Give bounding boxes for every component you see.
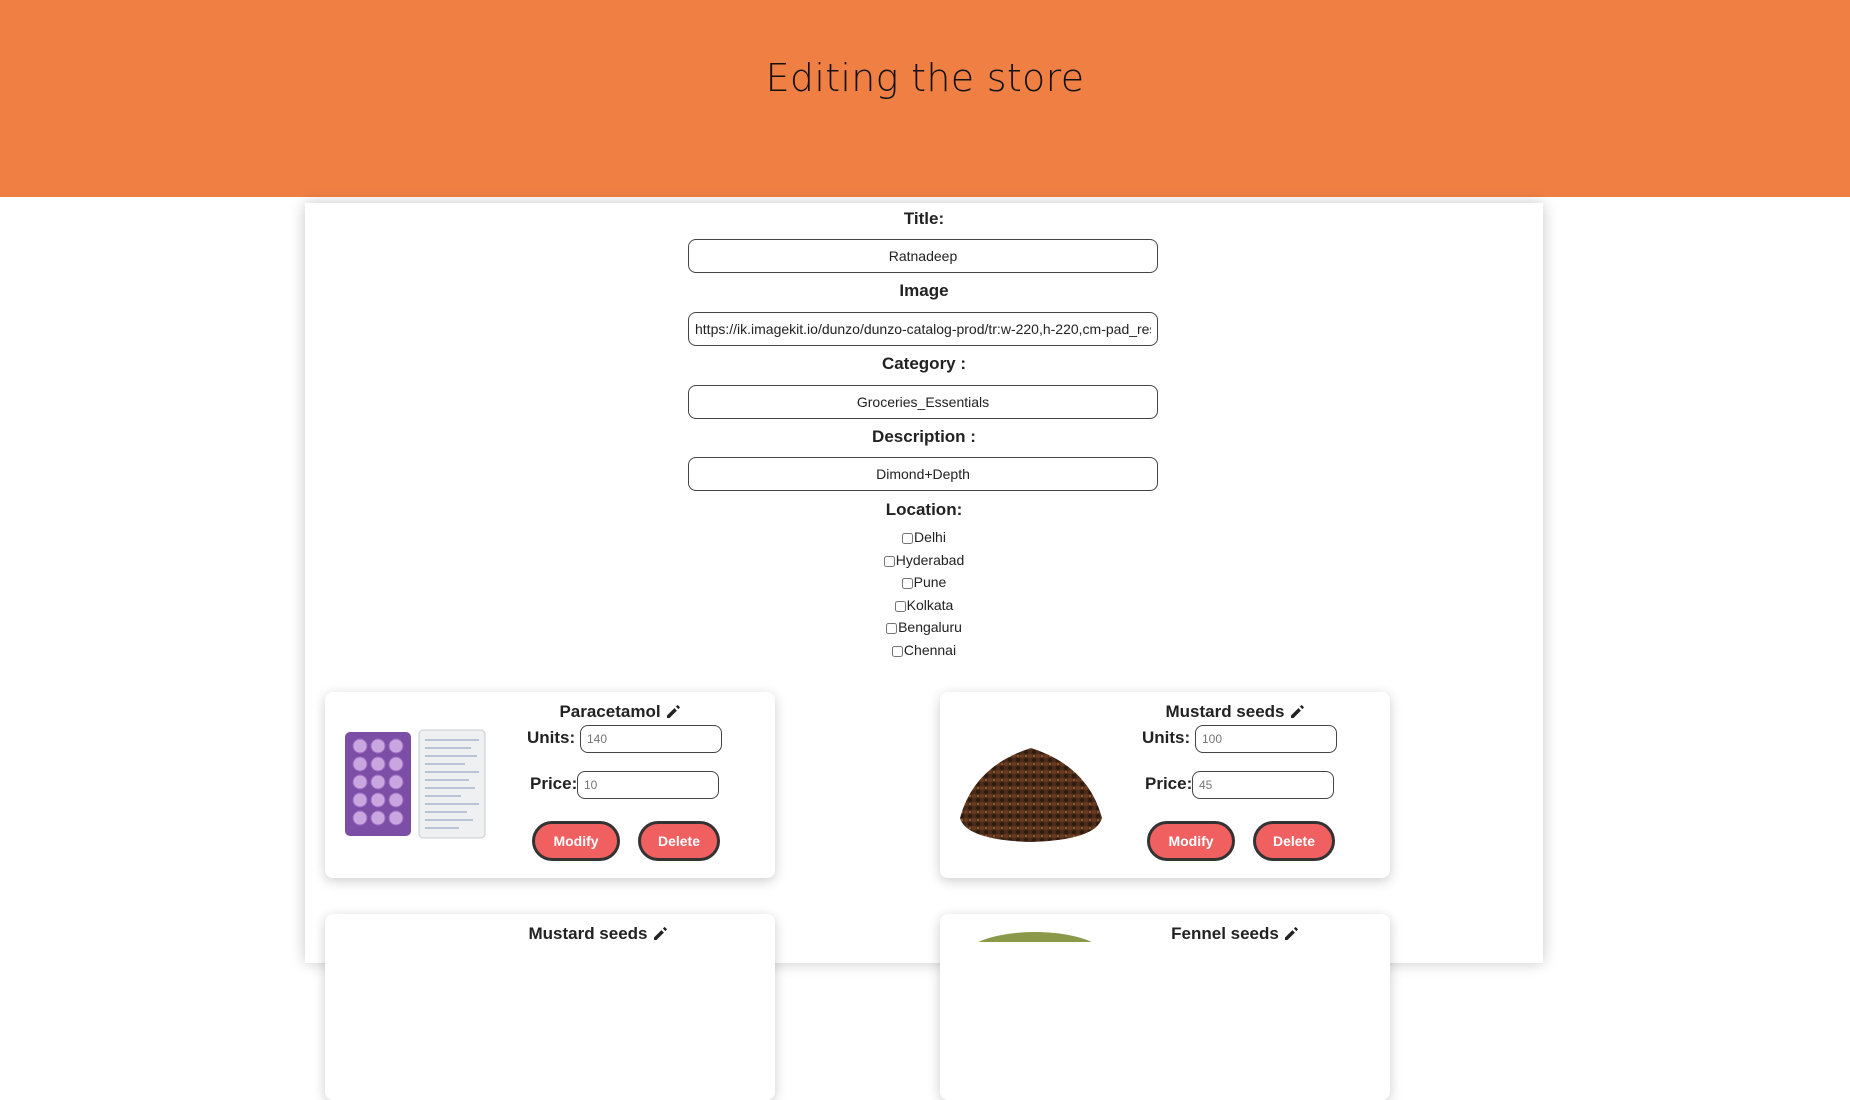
description-input[interactable] [688, 457, 1158, 491]
title-input[interactable] [688, 239, 1158, 273]
units-label: Units: [1142, 728, 1191, 747]
pencil-icon[interactable] [652, 925, 668, 946]
price-input[interactable] [577, 771, 719, 799]
category-input[interactable] [688, 385, 1158, 419]
location-name: Pune [913, 574, 947, 590]
title-label: Title: [903, 209, 945, 228]
description-label: Description : [872, 427, 976, 446]
page-title: Editing the store [765, 56, 1085, 100]
location-option-delhi: Delhi [305, 529, 1543, 545]
units-input[interactable] [1195, 725, 1337, 753]
modify-button[interactable]: Modify [1147, 821, 1235, 861]
product-name: Mustard seeds [528, 924, 648, 943]
product-card: Fennel seeds [940, 914, 1390, 1100]
price-input[interactable] [1192, 771, 1334, 799]
product-name: Fennel seeds [1171, 924, 1279, 943]
paracetamol-image [341, 722, 491, 852]
location-checkbox-chennai[interactable] [891, 645, 903, 657]
product-card: Paracetamol Units: 140 Price: 10 Modify … [325, 692, 775, 878]
product-card: Mustard seeds Units: Price: Modify Delet… [940, 692, 1390, 878]
page-header: Editing the store [0, 0, 1850, 197]
location-option-chennai: Chennai [305, 642, 1543, 658]
price-label: Price: [530, 774, 578, 793]
location-option-pune: Pune [305, 574, 1543, 590]
product-title: Fennel seeds [1110, 924, 1360, 946]
image-url-input[interactable] [688, 312, 1158, 346]
location-name: Kolkata [906, 597, 954, 613]
pencil-icon[interactable] [665, 703, 681, 724]
location-name: Hyderabad [895, 552, 965, 568]
location-checkbox-delhi[interactable] [902, 532, 914, 544]
units-label: Units: [527, 728, 576, 747]
location-checkbox-hyderabad[interactable] [883, 555, 895, 567]
location-option-bengaluru: Bengaluru [305, 619, 1543, 635]
product-name: Mustard seeds [1165, 702, 1285, 721]
category-label: Category : [881, 354, 967, 373]
location-name: Chennai [903, 642, 957, 658]
product-card: Mustard seeds [325, 914, 775, 1100]
location-checkbox-kolkata[interactable] [894, 600, 906, 612]
location-checkbox-pune[interactable] [901, 577, 913, 589]
delete-button[interactable]: Delete [638, 821, 720, 861]
pencil-icon[interactable] [1283, 925, 1299, 946]
modify-button[interactable]: Modify [532, 821, 620, 861]
location-option-hyderabad: Hyderabad [305, 552, 1543, 568]
product-title: Mustard seeds [473, 924, 723, 946]
edit-store-panel: Title: Image Category : Description : Lo… [305, 203, 1543, 1100]
location-name: Delhi [914, 529, 946, 545]
image-label: Image [899, 281, 949, 300]
pencil-icon[interactable] [1289, 703, 1305, 724]
price-label: Price: [1145, 774, 1193, 793]
delete-button[interactable]: Delete [1253, 821, 1335, 861]
location-option-kolkata: Kolkata [305, 597, 1543, 613]
location-label: Location: [885, 500, 963, 519]
mustard-seeds-image [956, 722, 1106, 852]
product-name: Paracetamol [559, 702, 661, 721]
location-name: Bengaluru [898, 619, 962, 635]
location-checkbox-bengaluru[interactable] [886, 622, 898, 634]
product-title: Mustard seeds [1110, 702, 1360, 724]
fennel-seeds-image [960, 928, 1110, 942]
units-input[interactable] [580, 725, 722, 753]
product-title: Paracetamol [495, 702, 745, 724]
